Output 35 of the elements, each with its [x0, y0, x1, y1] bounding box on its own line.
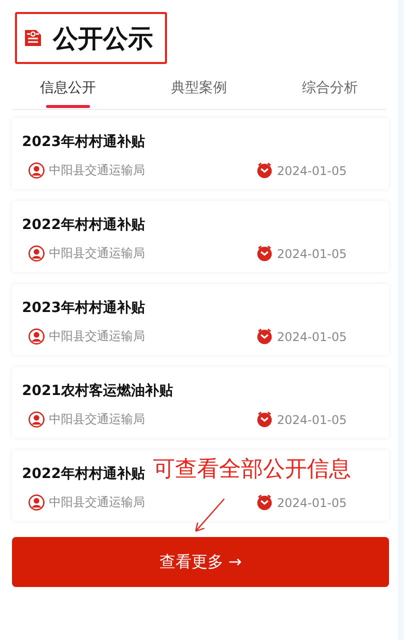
person-icon [28, 245, 45, 262]
date-text: 2024-01-05 [277, 412, 347, 426]
item-title: 2023年村村通补贴 [22, 133, 145, 152]
date-text: 2024-01-05 [277, 496, 347, 510]
view-more-button[interactable]: 查看更多 → [12, 537, 389, 587]
person-icon [28, 328, 45, 345]
department-text: 中阳县交通运输局 [49, 411, 145, 428]
department-text: 中阳县交通运输局 [49, 245, 145, 262]
clock-icon [256, 328, 273, 345]
tab[interactable]: 典型案例 [171, 74, 227, 109]
item-title: 2023年村村通补贴 [22, 299, 145, 318]
section-title: 公开公示 [53, 22, 153, 54]
person-icon [28, 162, 45, 179]
clock-icon [256, 411, 273, 428]
person-icon [28, 411, 45, 428]
list-card[interactable]: 2023年村村通补贴 中阳县交通运输局 2024-01-05 [12, 118, 389, 189]
item-title: 2022年村村通补贴 [22, 465, 145, 484]
item-title: 2021农村客运燃油补贴 [22, 382, 173, 401]
clock-icon [256, 245, 273, 262]
tab[interactable]: 综合分析 [302, 74, 358, 109]
item-title: 2022年村村通补贴 [22, 216, 145, 235]
tab[interactable]: 信息公开 [40, 74, 96, 109]
clock-icon [256, 494, 273, 511]
person-icon [28, 494, 45, 511]
clock-icon [256, 162, 273, 179]
date-text: 2024-01-05 [277, 164, 347, 178]
department-text: 中阳县交通运输局 [49, 494, 145, 511]
date-text: 2024-01-05 [277, 330, 347, 344]
list-card[interactable]: 2022年村村通补贴 中阳县交通运输局 2024-01-05 [12, 201, 389, 272]
department-text: 中阳县交通运输局 [49, 328, 145, 345]
date-text: 2024-01-05 [277, 246, 347, 260]
department-text: 中阳县交通运输局 [49, 162, 145, 179]
list-card[interactable]: 2021农村客运燃油补贴 中阳县交通运输局 2024-01-05 [12, 367, 389, 438]
document-icon [23, 28, 43, 48]
list-card[interactable]: 2023年村村通补贴 中阳县交通运输局 2024-01-05 [12, 284, 389, 355]
